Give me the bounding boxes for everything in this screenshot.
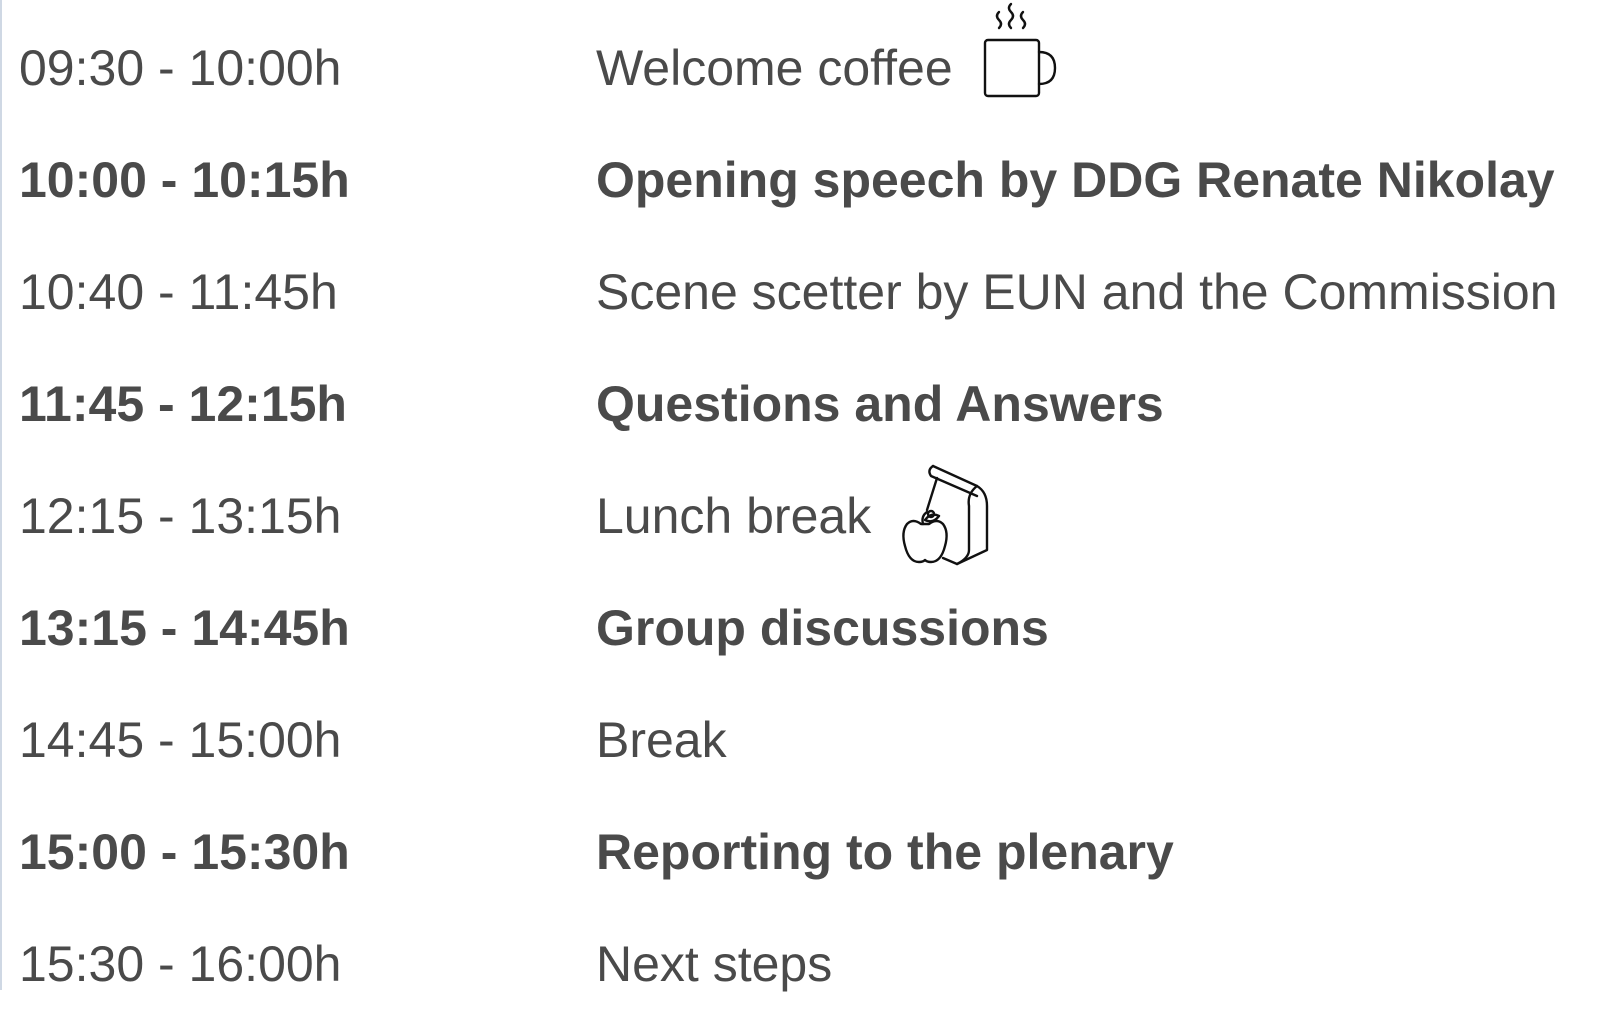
agenda-title: Questions and Answers — [596, 376, 1164, 432]
agenda-title: Reporting to the plenary — [596, 824, 1174, 880]
agenda-time: 12:15 - 13:15h — [19, 488, 342, 544]
agenda-row: 10:00 - 10:15h Opening speech by DDG Ren… — [19, 124, 1619, 236]
agenda-title-wrap: Welcome coffee — [596, 2, 1061, 100]
agenda-row: 15:30 - 16:00h Next steps — [19, 908, 1619, 1020]
agenda-row: 09:30 - 10:00h Welcome coffee — [19, 2, 1619, 124]
agenda-title: Lunch break — [596, 488, 872, 544]
agenda-time: 13:15 - 14:45h — [19, 600, 350, 656]
coffee-cup-icon — [981, 2, 1061, 100]
agenda-title: Break — [596, 712, 727, 768]
agenda-time: 15:00 - 15:30h — [19, 824, 350, 880]
agenda-row: 10:40 - 11:45h Scene scetter by EUN and … — [19, 236, 1619, 348]
agenda-row: 14:45 - 15:00h Break — [19, 684, 1619, 796]
agenda-time: 14:45 - 15:00h — [19, 712, 342, 768]
agenda-row: 11:45 - 12:15h Questions and Answers — [19, 348, 1619, 460]
agenda-title: Next steps — [596, 936, 833, 992]
agenda-time: 15:30 - 16:00h — [19, 936, 342, 992]
left-edge-line — [0, 0, 2, 990]
agenda-time: 09:30 - 10:00h — [19, 40, 342, 96]
agenda-row: 12:15 - 13:15h Lunch break — [19, 460, 1619, 572]
agenda-row: 13:15 - 14:45h Group discussions — [19, 572, 1619, 684]
lunch-bag-apple-icon — [899, 462, 995, 566]
agenda-title-wrap: Lunch break — [596, 464, 995, 566]
agenda-list: 09:30 - 10:00h Welcome coffee 10:00 - 10… — [19, 2, 1619, 1020]
agenda-time: 11:45 - 12:15h — [19, 376, 347, 432]
agenda-title: Opening speech by DDG Renate Nikolay — [596, 152, 1555, 208]
agenda-time: 10:40 - 11:45h — [19, 264, 338, 320]
agenda-time: 10:00 - 10:15h — [19, 152, 350, 208]
agenda-title: Group discussions — [596, 600, 1049, 656]
agenda-title: Scene scetter by EUN and the Commission — [596, 264, 1558, 320]
agenda-row: 15:00 - 15:30h Reporting to the plenary — [19, 796, 1619, 908]
agenda-title: Welcome coffee — [596, 40, 953, 96]
